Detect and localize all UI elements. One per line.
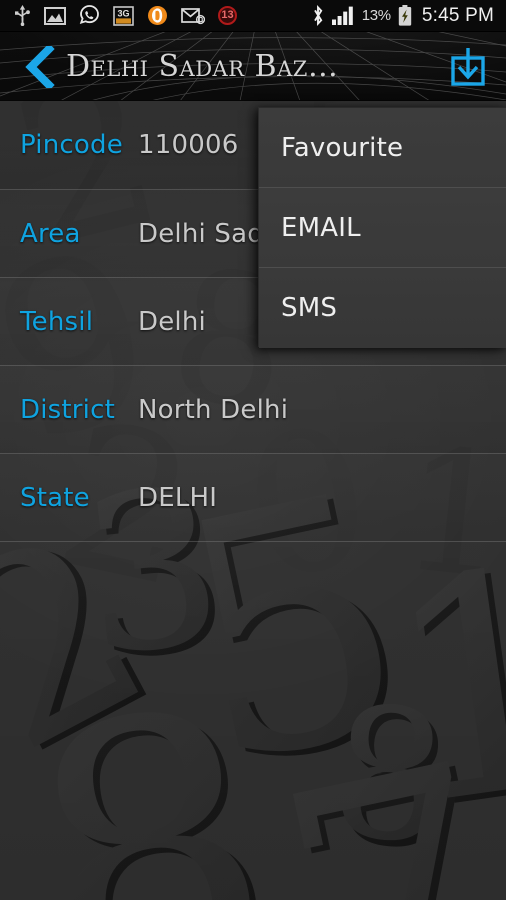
menu-item-label: EMAIL [281, 212, 361, 243]
status-bar-system-icons: 13% 5:45 PM [311, 5, 506, 27]
bluetooth-icon [313, 5, 323, 26]
usb-icon [15, 5, 30, 26]
menu-item-label: Favourite [281, 132, 404, 163]
table-row[interactable]: State DELHI [0, 454, 506, 542]
notification-count-label: 13 [221, 9, 234, 21]
save-favourite-button[interactable] [442, 32, 494, 100]
back-button[interactable] [14, 32, 66, 100]
svg-text:3G: 3G [117, 8, 129, 18]
download-save-icon [451, 47, 485, 86]
whatsapp-icon [79, 5, 99, 24]
options-popup-menu[interactable]: Favourite EMAIL SMS [258, 107, 506, 348]
row-value: North Delhi [138, 394, 289, 425]
menu-item-favourite[interactable]: Favourite [259, 108, 506, 188]
3g-data-icon: 3G [113, 5, 134, 26]
signal-bars-icon [331, 6, 353, 25]
row-value: 110006 [138, 130, 239, 160]
row-label: Tehsil [20, 306, 94, 337]
row-value: DELHI [138, 482, 218, 513]
table-row[interactable]: District North Delhi [0, 366, 506, 454]
row-label: Area [20, 218, 81, 249]
battery-percent-label: 13% [361, 7, 391, 24]
opera-browser-icon [148, 6, 167, 25]
page-title: Delhi Sadar Baz… [66, 49, 339, 84]
email-icon [181, 7, 205, 24]
status-bar-notification-icons: 3G 13 [0, 5, 237, 26]
row-value: Delhi [138, 306, 206, 337]
battery-charging-icon [398, 5, 412, 26]
back-chevron-icon [25, 45, 55, 88]
row-label: District [20, 394, 115, 425]
gallery-image-icon [44, 6, 66, 25]
row-label: State [20, 482, 90, 513]
notification-count-badge: 13 [218, 6, 237, 25]
menu-item-sms[interactable]: SMS [259, 268, 506, 348]
clock-label: 5:45 PM [421, 4, 494, 26]
menu-item-email[interactable]: EMAIL [259, 188, 506, 268]
row-label: Pincode [20, 130, 123, 160]
app-title-bar: Delhi Sadar Baz… [0, 32, 506, 101]
status-bar[interactable]: 3G 13 13% 5:45 PM [0, 0, 506, 32]
menu-item-label: SMS [281, 293, 338, 323]
